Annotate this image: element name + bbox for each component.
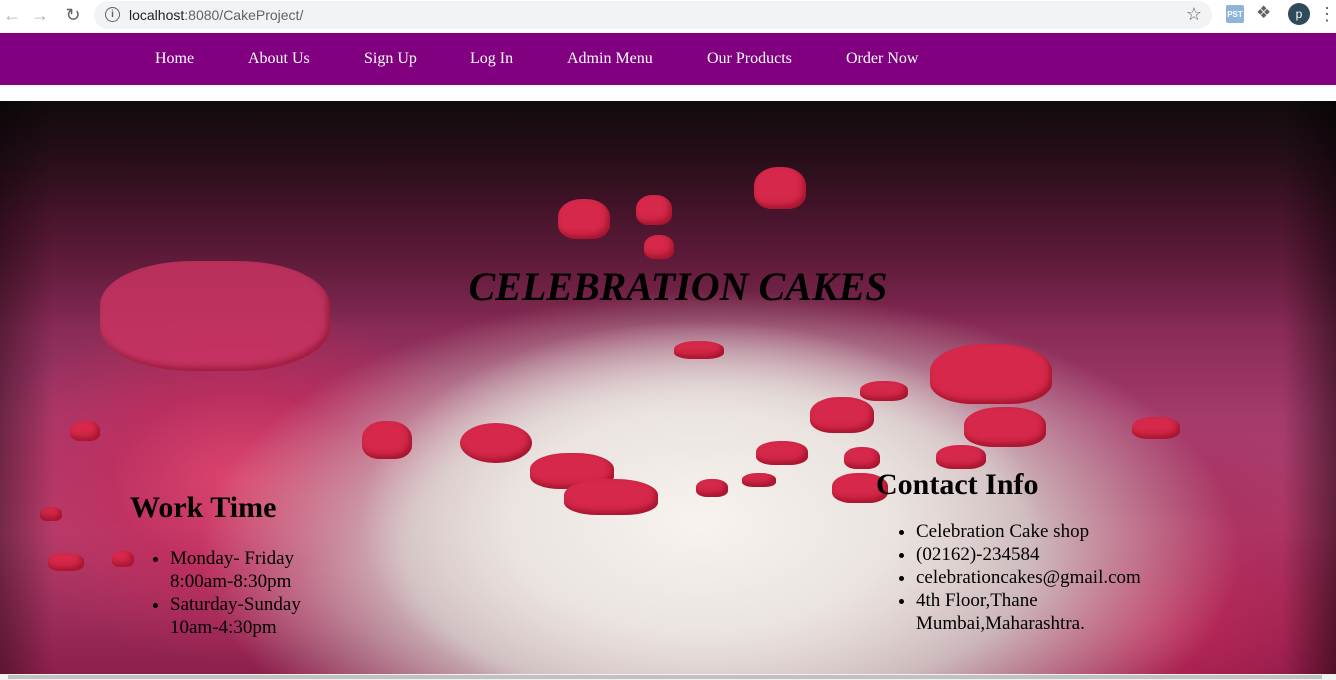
list-item: Monday- Friday 8:00am-8:30pm [170,547,330,593]
url-host: localhost [129,7,185,23]
work-time-section: Work Time Monday- Friday 8:00am-8:30pm S… [130,491,330,639]
site-navbar: Home About Us Sign Up Log In Admin Menu … [0,33,1336,85]
nav-link-sign-up[interactable]: Sign Up [364,50,417,68]
list-item: (02162)-234584 [916,543,1176,566]
contact-info-list: Celebration Cake shop (02162)-234584 cel… [916,520,1176,635]
work-time-heading: Work Time [130,491,277,524]
heart-decoration [756,441,808,465]
hero-title: CELEBRATION CAKES [468,264,888,309]
heart-decoration [964,407,1046,447]
heart-decoration [644,235,674,259]
reload-icon[interactable]: ↻ [61,4,85,26]
nav-link-home[interactable]: Home [155,50,194,68]
browser-menu-icon[interactable]: ⋮ [1318,4,1336,25]
extension-pst-icon[interactable]: PST [1226,5,1244,23]
heart-decoration [362,421,412,459]
heart-decoration [860,381,908,401]
heart-decoration [844,447,880,469]
nav-link-admin-menu[interactable]: Admin Menu [567,50,653,68]
heart-decoration [754,167,806,209]
list-item: Celebration Cake shop [916,520,1176,543]
bookmark-star-icon[interactable]: ☆ [1186,4,1202,25]
back-arrow-icon[interactable]: ← [0,4,24,26]
heart-decoration [40,507,62,521]
heart-decoration [564,479,658,515]
scrollbar-thumb[interactable] [8,675,1322,679]
list-item: 4th Floor,Thane Mumbai,Maharashtra. [916,589,1176,635]
nav-link-log-in[interactable]: Log In [470,50,513,68]
url-path: :8080/CakeProject/ [184,7,304,23]
extensions-puzzle-icon[interactable]: ❖ [1256,3,1271,23]
list-item: Saturday-Sunday 10am-4:30pm [170,593,330,639]
heart-decoration [1132,417,1180,439]
heart-decoration [930,344,1052,404]
contact-info-section: Contact Info Celebration Cake shop (0216… [876,468,1176,635]
nav-link-our-products[interactable]: Our Products [707,50,792,68]
profile-avatar[interactable]: p [1288,3,1310,25]
work-time-list: Monday- Friday 8:00am-8:30pm Saturday-Su… [170,547,330,639]
nav-link-about-us[interactable]: About Us [248,50,310,68]
heart-decoration [636,195,672,225]
heart-decoration [558,199,610,239]
address-bar[interactable]: i localhost:8080/CakeProject/ ☆ [94,1,1212,29]
list-item: celebrationcakes@gmail.com [916,566,1176,589]
horizontal-scrollbar[interactable] [0,674,1336,680]
heart-decoration [936,445,986,469]
heart-decoration [674,341,724,359]
site-info-icon[interactable]: i [105,7,120,22]
contact-info-heading: Contact Info [876,468,1039,501]
heart-decoration [742,473,776,487]
heart-decoration [810,397,874,433]
browser-toolbar: ← → ↻ i localhost:8080/CakeProject/ ☆ PS… [0,0,1336,32]
heart-decoration [70,421,100,441]
forward-arrow-icon[interactable]: → [28,4,52,26]
heart-decoration [460,423,532,463]
heart-decoration [696,479,728,497]
url-text: localhost:8080/CakeProject/ [129,7,303,23]
nav-link-order-now[interactable]: Order Now [846,50,918,68]
heart-decoration [48,553,84,571]
heart-decoration [530,453,614,489]
hero-banner: CELEBRATION CAKES Work Time Monday- Frid… [0,101,1336,674]
